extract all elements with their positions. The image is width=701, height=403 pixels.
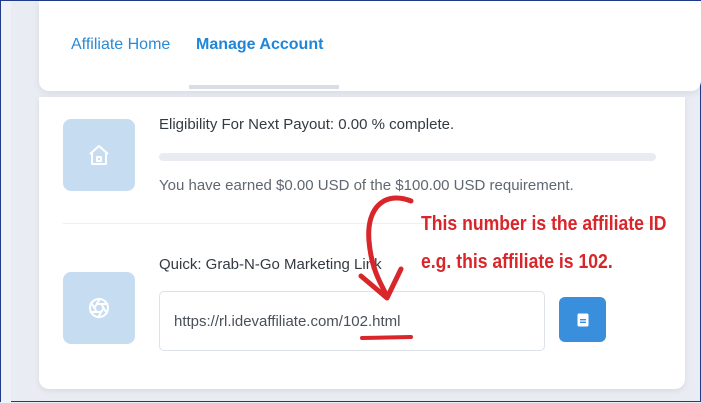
tab-affiliate-home[interactable]: Affiliate Home bbox=[71, 36, 170, 54]
copy-icon bbox=[577, 313, 588, 326]
payout-progress-bar bbox=[159, 153, 656, 161]
marketing-icon-box bbox=[63, 272, 135, 344]
payout-eligibility-label: Eligibility For Next Payout: 0.00 % comp… bbox=[159, 116, 455, 133]
copy-link-button[interactable] bbox=[559, 297, 606, 342]
active-tab-indicator bbox=[189, 85, 339, 89]
account-content-card: Eligibility For Next Payout: 0.00 % comp… bbox=[39, 97, 685, 389]
home-icon bbox=[89, 145, 109, 165]
annotation-line-1: This number is the affiliate ID bbox=[421, 213, 667, 235]
marketing-link-label: Quick: Grab-N-Go Marketing Link bbox=[159, 256, 382, 273]
marketing-link-input[interactable] bbox=[159, 291, 545, 351]
tab-manage-account[interactable]: Manage Account bbox=[196, 36, 323, 54]
page-left-strip bbox=[1, 1, 11, 403]
nav-card: Affiliate Home Manage Account bbox=[39, 1, 701, 91]
payout-icon-box bbox=[63, 119, 135, 191]
earned-summary-text: You have earned $0.00 USD of the $100.00… bbox=[159, 177, 574, 194]
aperture-icon bbox=[89, 297, 109, 319]
annotation-line-2: e.g. this affiliate is 102. bbox=[421, 251, 613, 273]
